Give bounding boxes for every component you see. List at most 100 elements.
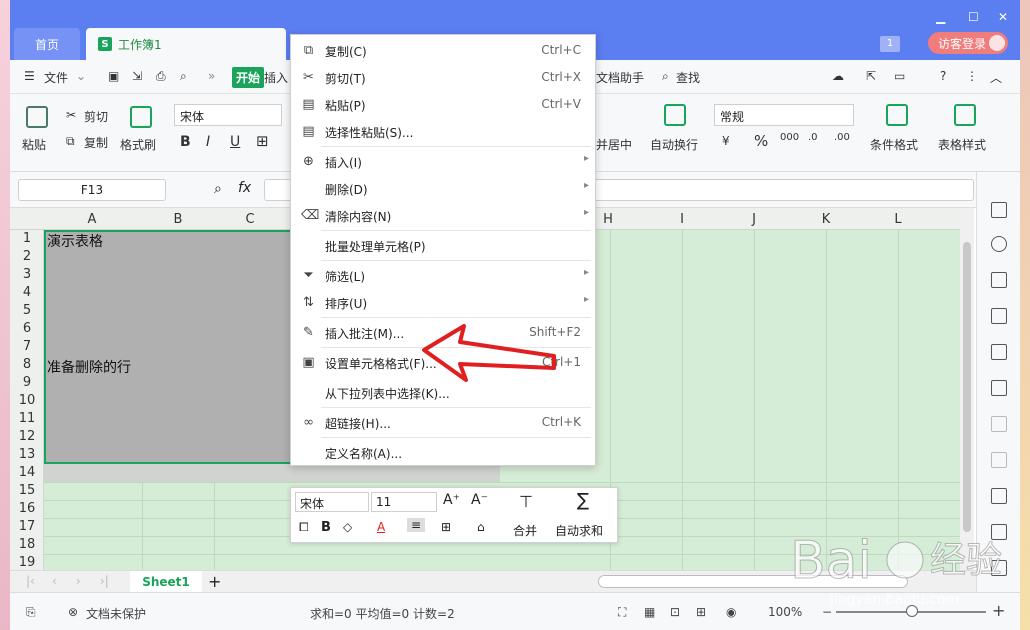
search-icon[interactable]: ⌕ bbox=[662, 69, 669, 84]
menu-item-paste-special[interactable]: ▤ 选择性粘贴(S)... bbox=[291, 118, 597, 145]
more-chevron-icon[interactable]: » bbox=[208, 69, 215, 83]
row-2[interactable]: 2 bbox=[10, 248, 44, 266]
first-sheet-icon[interactable]: |‹ bbox=[26, 574, 35, 588]
file-menu[interactable]: 文件 bbox=[44, 69, 68, 86]
row-17[interactable]: 17 bbox=[10, 518, 44, 536]
collab-icon[interactable]: ▭ bbox=[894, 69, 905, 83]
conditional-format-icon[interactable] bbox=[886, 104, 908, 126]
fullscreen-icon[interactable]: ⛶ bbox=[618, 605, 626, 620]
row-18[interactable]: 18 bbox=[10, 536, 44, 554]
wrap-text-button[interactable]: 自动换行 bbox=[650, 136, 698, 153]
find-button[interactable]: 查找 bbox=[676, 69, 700, 86]
col-k[interactable]: K bbox=[790, 212, 862, 227]
tab-home[interactable]: 首页 bbox=[14, 28, 80, 60]
increase-decimal-icon[interactable]: .0 bbox=[808, 132, 818, 143]
underline-button[interactable]: U bbox=[230, 134, 240, 150]
row-11[interactable]: 11 bbox=[10, 410, 44, 428]
font-name-select[interactable]: 宋体 bbox=[174, 104, 282, 126]
format-painter-icon[interactable] bbox=[130, 106, 152, 128]
table-style-icon[interactable] bbox=[954, 104, 976, 126]
decrease-decimal-icon[interactable]: .00 bbox=[834, 132, 850, 143]
conditional-format-button[interactable]: 条件格式 bbox=[870, 136, 918, 153]
row-7[interactable]: 7 bbox=[10, 338, 44, 356]
menu-item-define-name[interactable]: 定义名称(A)... bbox=[291, 439, 597, 466]
paste-button[interactable]: 粘贴 bbox=[22, 136, 46, 153]
row-3[interactable]: 3 bbox=[10, 266, 44, 284]
preview-icon[interactable]: ⌕ bbox=[180, 69, 187, 84]
macro-icon[interactable]: ⎘ bbox=[26, 605, 36, 620]
row-4[interactable]: 4 bbox=[10, 284, 44, 302]
minimize-icon[interactable]: ▁ bbox=[936, 10, 945, 24]
wrap-text-icon[interactable] bbox=[664, 104, 686, 126]
font-color-icon[interactable]: A bbox=[377, 520, 385, 534]
menu-item-copy[interactable]: ⧉ 复制(C) Ctrl+C bbox=[291, 37, 597, 64]
fx-icon[interactable]: fx bbox=[238, 180, 251, 196]
eye-icon[interactable]: ◉ bbox=[726, 605, 736, 619]
merge-center-button[interactable]: 并居中 bbox=[596, 136, 632, 153]
mini-merge-button[interactable]: 合并 bbox=[513, 522, 537, 539]
menu-item-cut[interactable]: ✂ 剪切(T) Ctrl+X bbox=[291, 64, 597, 91]
shapes-icon[interactable] bbox=[991, 236, 1007, 252]
last-sheet-icon[interactable]: ›| bbox=[100, 574, 109, 588]
align-icon[interactable]: ≡ bbox=[407, 518, 426, 532]
format-painter-icon[interactable]: ⌂ bbox=[477, 520, 485, 534]
tab-doc-helper[interactable]: 文档助手 bbox=[596, 69, 644, 86]
col-a[interactable]: A bbox=[56, 212, 128, 227]
shrink-font-icon[interactable]: A⁻ bbox=[471, 492, 488, 508]
close-icon[interactable]: ✕ bbox=[998, 10, 1008, 24]
fill-color-icon[interactable]: ◇ bbox=[343, 520, 352, 534]
merge-icon[interactable]: ⊤ bbox=[519, 492, 533, 511]
hamburger-icon[interactable]: ☰ bbox=[24, 69, 35, 83]
menu-item-delete[interactable]: 删除(D) ▸ bbox=[291, 175, 597, 202]
maximize-icon[interactable]: ☐ bbox=[968, 10, 979, 24]
help-icon[interactable]: ? bbox=[940, 69, 946, 83]
border-icon[interactable]: ⊞ bbox=[256, 132, 269, 150]
row-15[interactable]: 15 bbox=[10, 482, 44, 500]
row-12[interactable]: 12 bbox=[10, 428, 44, 446]
grow-font-icon[interactable]: A⁺ bbox=[443, 492, 460, 508]
next-sheet-icon[interactable]: › bbox=[76, 574, 81, 588]
mini-autosum-button[interactable]: 自动求和 bbox=[555, 522, 603, 539]
col-i[interactable]: I bbox=[646, 212, 718, 227]
page-layout-icon[interactable]: ⊡ bbox=[670, 605, 680, 619]
menu-item-sort[interactable]: ⇅ 排序(U) ▸ bbox=[291, 289, 597, 316]
prev-sheet-icon[interactable]: ‹ bbox=[52, 574, 57, 588]
apps-icon[interactable] bbox=[991, 344, 1007, 360]
check-icon[interactable] bbox=[991, 452, 1007, 468]
style-icon[interactable] bbox=[991, 272, 1007, 288]
chart-icon[interactable] bbox=[991, 380, 1007, 396]
export-icon[interactable]: ⇲ bbox=[132, 69, 142, 83]
menu-item-filter[interactable]: ⏷ 筛选(L) ▸ bbox=[291, 262, 597, 289]
copy-button[interactable]: 复制 bbox=[84, 134, 108, 151]
cell-a1[interactable]: 演示表格 bbox=[47, 231, 103, 251]
col-c[interactable]: C bbox=[214, 212, 286, 227]
format-painter-button[interactable]: 格式刷 bbox=[120, 136, 156, 153]
zoom-icon[interactable]: ⌕ bbox=[214, 181, 222, 197]
more-icon[interactable]: ⋮ bbox=[966, 69, 978, 83]
cell-a8[interactable]: 准备删除的行 bbox=[47, 357, 131, 377]
tab-start[interactable]: 开始 bbox=[232, 67, 265, 88]
print-icon[interactable]: ⎙ bbox=[156, 69, 166, 84]
sheet-tab-sheet1[interactable]: Sheet1 bbox=[130, 571, 202, 593]
tab-insert[interactable]: 插入 bbox=[264, 69, 288, 86]
row-5[interactable]: 5 bbox=[10, 302, 44, 320]
border-icon[interactable]: ⊞ bbox=[441, 520, 451, 534]
normal-view-icon[interactable]: ▦ bbox=[644, 605, 655, 619]
vertical-scrollbar[interactable] bbox=[960, 208, 974, 570]
number-format-select[interactable]: 常规 bbox=[714, 104, 854, 126]
settings-icon[interactable] bbox=[991, 416, 1007, 432]
menu-item-hyperlink[interactable]: ∞ 超链接(H)... Ctrl+K bbox=[291, 409, 597, 436]
menu-item-paste[interactable]: ▤ 粘贴(P) Ctrl+V bbox=[291, 91, 597, 118]
page-break-icon[interactable]: ⊞ bbox=[696, 605, 706, 619]
chevron-down-icon[interactable]: ⌄ bbox=[76, 69, 86, 83]
wrap-icon[interactable]: ⧠ bbox=[299, 520, 309, 535]
row-9[interactable]: 9 bbox=[10, 374, 44, 392]
row-19[interactable]: 19 bbox=[10, 554, 44, 570]
row-13[interactable]: 13 bbox=[10, 446, 44, 464]
bold-button[interactable]: B bbox=[180, 134, 191, 150]
percent-button[interactable]: % bbox=[754, 132, 768, 150]
menu-item-clear[interactable]: ⌫ 清除内容(N) ▸ bbox=[291, 202, 597, 229]
login-button[interactable]: 访客登录 bbox=[928, 32, 1008, 54]
table-style-button[interactable]: 表格样式 bbox=[938, 136, 986, 153]
row-14[interactable]: 14 bbox=[10, 464, 44, 482]
